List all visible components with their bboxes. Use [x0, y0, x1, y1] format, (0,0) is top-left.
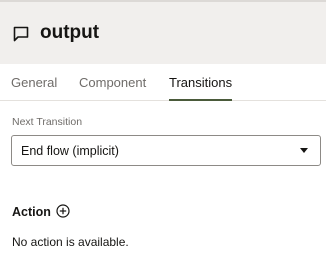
active-tab-indicator [169, 99, 233, 101]
page-title: output [40, 22, 100, 43]
next-transition-label: Next Transition [12, 116, 83, 128]
no-action-message: No action is available. [12, 235, 129, 249]
next-transition-select[interactable]: End flow (implicit) [11, 135, 321, 166]
panel-header: output [0, 0, 326, 64]
tab-label: Component [79, 75, 147, 90]
tab-label: General [11, 75, 58, 90]
tab-bar: General Component Transitions [0, 64, 326, 101]
chevron-down-icon [300, 148, 308, 153]
add-circle-icon[interactable] [56, 204, 70, 218]
tab-component[interactable]: Component [79, 75, 146, 100]
tab-label: Transitions [169, 75, 233, 90]
tab-general[interactable]: General [11, 75, 57, 100]
action-section-title: Action [12, 205, 51, 219]
select-value: End flow (implicit) [21, 144, 119, 158]
tab-transitions[interactable]: Transitions [169, 75, 233, 101]
comment-icon [13, 26, 29, 42]
